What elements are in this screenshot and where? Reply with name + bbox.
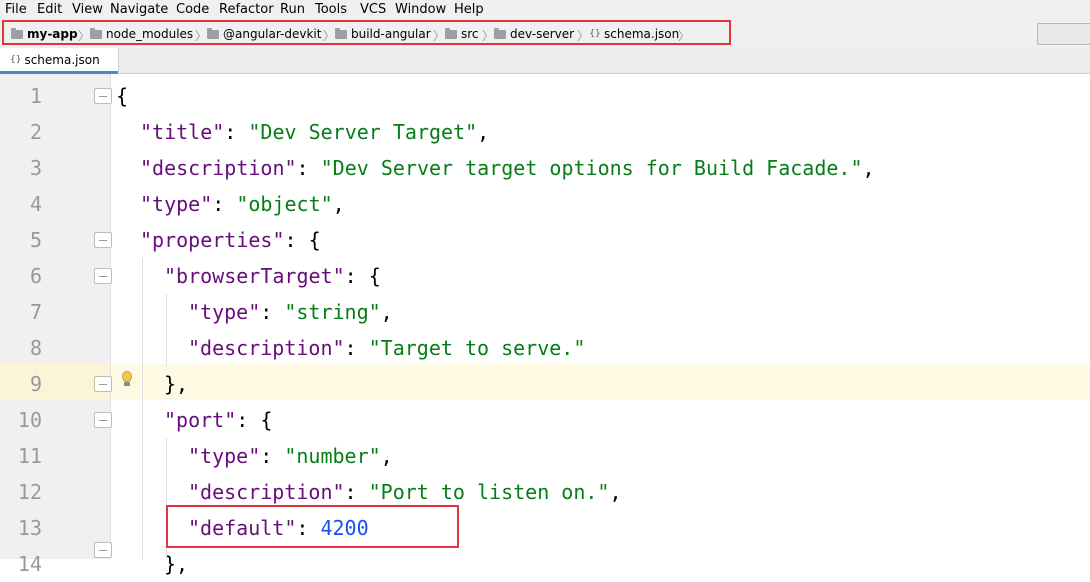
json-key: "browserTarget" bbox=[164, 264, 345, 288]
json-string: "number" bbox=[284, 444, 381, 468]
json-key: "description" bbox=[188, 336, 345, 360]
json-punctuation: : bbox=[224, 120, 249, 144]
json-punctuation: : bbox=[344, 336, 369, 360]
json-punctuation: : bbox=[344, 480, 369, 504]
json-key: "description" bbox=[140, 156, 297, 180]
line-number: 4 bbox=[29, 192, 42, 216]
line-number: 5 bbox=[29, 228, 42, 252]
line-number: 9 bbox=[29, 372, 42, 396]
code-line[interactable]: "description": "Target to serve." bbox=[188, 330, 585, 366]
line-number: 10 bbox=[17, 408, 42, 432]
line-number: 6 bbox=[29, 264, 42, 288]
json-punctuation: : { bbox=[284, 228, 321, 252]
json-punctuation: : bbox=[212, 192, 237, 216]
json-string: "Dev Server Target" bbox=[248, 120, 478, 144]
code-line[interactable]: "description": "Dev Server target option… bbox=[140, 150, 875, 186]
line-number: 7 bbox=[29, 300, 42, 324]
code-line[interactable]: }, bbox=[164, 546, 188, 582]
json-punctuation: , bbox=[862, 156, 875, 180]
highlight-box-default bbox=[166, 505, 459, 548]
lightbulb-icon[interactable] bbox=[121, 371, 133, 389]
json-key: "type" bbox=[140, 192, 213, 216]
code-line[interactable]: }, bbox=[164, 366, 188, 402]
menu-help[interactable]: Help bbox=[454, 2, 484, 17]
line-number: 14 bbox=[17, 552, 42, 576]
menu-code[interactable]: Code bbox=[176, 2, 209, 17]
fold-marker-icon[interactable] bbox=[94, 268, 112, 284]
menu-edit[interactable]: Edit bbox=[37, 2, 62, 17]
line-number: 11 bbox=[17, 444, 42, 468]
fold-marker-icon[interactable] bbox=[94, 88, 112, 104]
tab-schema-json[interactable]: {} schema.json bbox=[0, 48, 119, 72]
json-string: "Target to serve." bbox=[368, 336, 586, 360]
json-punctuation: { bbox=[116, 84, 129, 108]
tab-label: schema.json bbox=[24, 53, 100, 67]
json-key: "properties" bbox=[140, 228, 285, 252]
menu-file[interactable]: File bbox=[5, 2, 27, 17]
json-punctuation: }, bbox=[164, 372, 189, 396]
code-line[interactable]: "browserTarget": { bbox=[164, 258, 381, 294]
indent-guide bbox=[142, 258, 143, 559]
menu-bar: File Edit View Navigate Code Refactor Ru… bbox=[0, 0, 1090, 20]
json-string: "Port to listen on." bbox=[368, 480, 610, 504]
fold-marker-icon[interactable] bbox=[94, 542, 112, 558]
line-number: 12 bbox=[17, 480, 42, 504]
menu-tools[interactable]: Tools bbox=[315, 2, 347, 17]
line-number: 1 bbox=[29, 84, 42, 108]
json-key: "type" bbox=[188, 300, 261, 324]
json-key: "title" bbox=[140, 120, 225, 144]
fold-marker-icon[interactable] bbox=[94, 376, 112, 392]
json-key: "type" bbox=[188, 444, 261, 468]
json-punctuation: : bbox=[260, 444, 285, 468]
line-number: 2 bbox=[29, 120, 42, 144]
fold-marker-icon[interactable] bbox=[94, 232, 112, 248]
menu-run[interactable]: Run bbox=[280, 2, 305, 17]
menu-window[interactable]: Window bbox=[395, 2, 446, 17]
json-punctuation: , bbox=[380, 300, 393, 324]
highlight-box-breadcrumb bbox=[2, 20, 731, 45]
code-line[interactable]: "title": "Dev Server Target", bbox=[140, 114, 489, 150]
json-punctuation: }, bbox=[164, 552, 189, 576]
json-punctuation: , bbox=[332, 192, 345, 216]
json-file-icon: {} bbox=[10, 55, 22, 65]
json-punctuation: : { bbox=[344, 264, 381, 288]
json-string: "Dev Server target options for Build Fac… bbox=[320, 156, 863, 180]
code-line[interactable]: { bbox=[116, 78, 128, 114]
menu-view[interactable]: View bbox=[72, 2, 103, 17]
json-punctuation: : { bbox=[236, 408, 273, 432]
line-number: 3 bbox=[29, 156, 42, 180]
json-punctuation: : bbox=[260, 300, 285, 324]
json-key: "port" bbox=[164, 408, 237, 432]
line-number: 13 bbox=[17, 516, 42, 540]
json-key: "description" bbox=[188, 480, 345, 504]
fold-marker-icon[interactable] bbox=[94, 412, 112, 428]
editor-tab-bar: {} schema.json bbox=[0, 48, 1090, 74]
code-line[interactable]: "type": "object", bbox=[140, 186, 345, 222]
code-line[interactable]: "type": "string", bbox=[188, 294, 393, 330]
code-line[interactable]: "properties": { bbox=[140, 222, 321, 258]
json-string: "string" bbox=[284, 300, 381, 324]
menu-navigate[interactable]: Navigate bbox=[110, 2, 168, 17]
toolbar-widget[interactable] bbox=[1037, 23, 1090, 45]
indent-guide bbox=[166, 294, 167, 366]
menu-refactor[interactable]: Refactor bbox=[219, 2, 274, 17]
json-punctuation: , bbox=[380, 444, 393, 468]
menu-vcs[interactable]: VCS bbox=[360, 2, 386, 17]
line-number: 8 bbox=[29, 336, 42, 360]
json-punctuation: : bbox=[296, 156, 321, 180]
json-punctuation: , bbox=[477, 120, 490, 144]
json-punctuation: , bbox=[609, 480, 622, 504]
code-line[interactable]: "port": { bbox=[164, 402, 272, 438]
json-string: "object" bbox=[236, 192, 333, 216]
code-line[interactable]: "type": "number", bbox=[188, 438, 393, 474]
